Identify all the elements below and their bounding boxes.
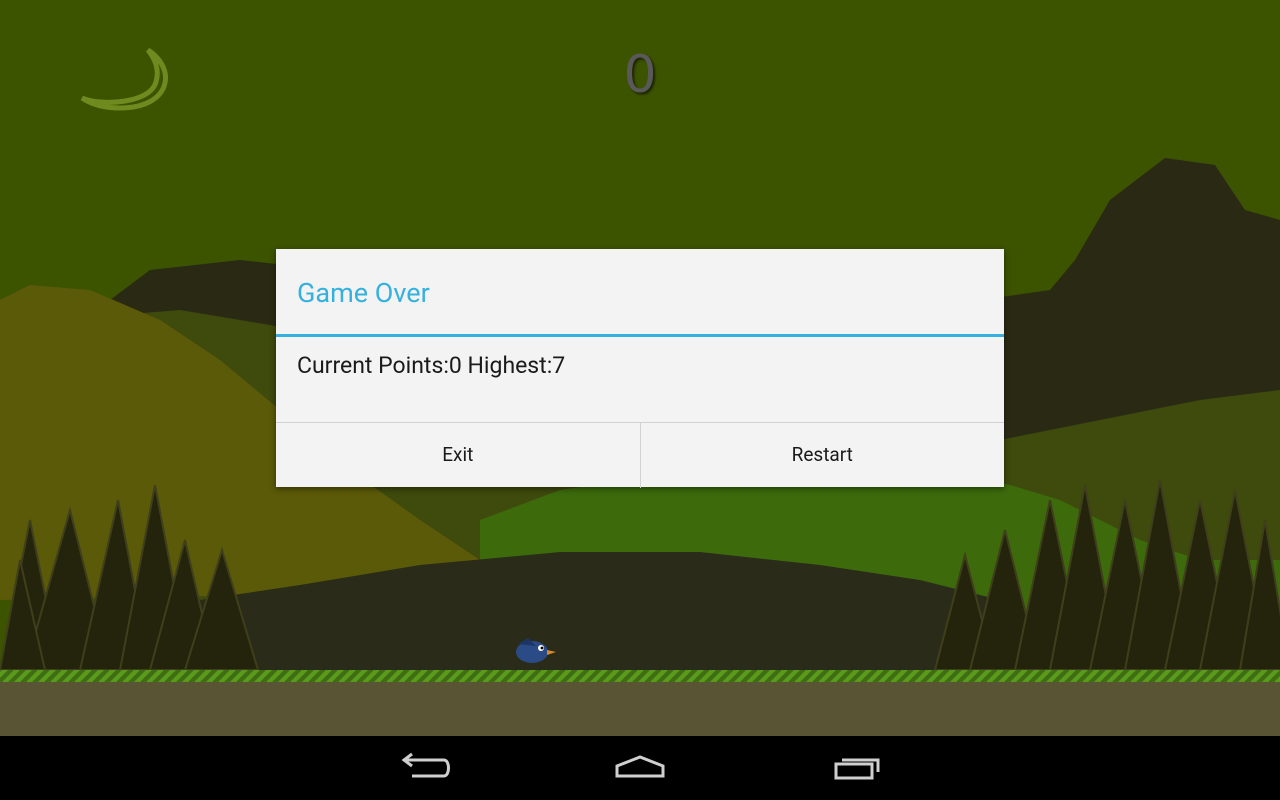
back-icon [401, 752, 450, 778]
title-divider [276, 334, 1004, 337]
recents-icon [834, 758, 880, 780]
score-display: 0 [623, 45, 657, 105]
home-button[interactable] [600, 748, 680, 788]
navigation-bar [0, 736, 1280, 800]
back-button[interactable] [384, 748, 464, 788]
dialog-title: Game Over [297, 277, 430, 309]
exit-button[interactable]: Exit [276, 423, 640, 488]
game-over-dialog: Game Over Current Points:0 Highest:7 Exi… [276, 249, 1004, 488]
recents-button[interactable] [818, 748, 898, 788]
home-icon [615, 755, 665, 778]
dialog-button-row: Exit Restart [276, 422, 1004, 488]
restart-button[interactable]: Restart [639, 423, 1005, 488]
dialog-message: Current Points:0 Highest:7 [297, 352, 566, 379]
